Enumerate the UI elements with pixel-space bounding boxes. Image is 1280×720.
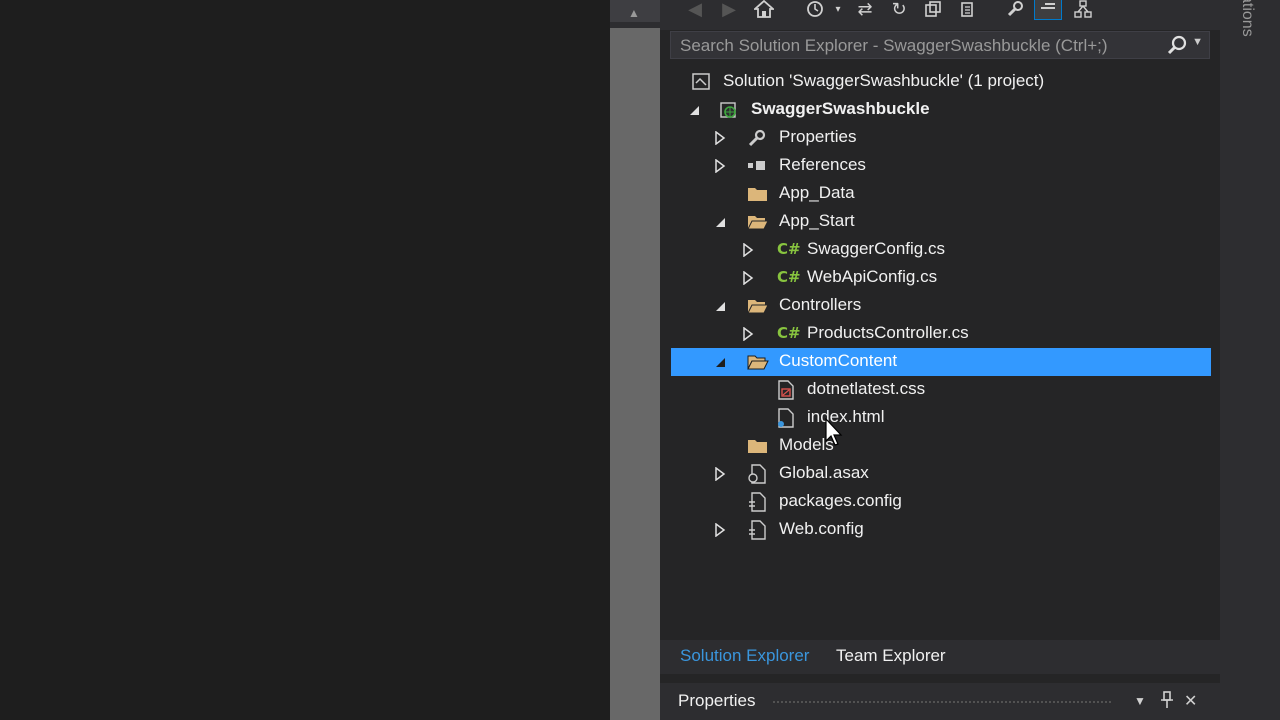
pin-icon[interactable] bbox=[1160, 691, 1174, 714]
search-solution-explorer[interactable]: Search Solution Explorer - SwaggerSwashb… bbox=[670, 31, 1210, 59]
collapsed-arrow-icon[interactable] bbox=[713, 467, 727, 481]
references-icon bbox=[747, 156, 767, 176]
close-icon[interactable]: ✕ bbox=[1184, 691, 1197, 711]
collapsed-arrow-icon[interactable] bbox=[741, 243, 755, 257]
html-file-icon bbox=[777, 408, 797, 428]
collapsed-arrow-icon[interactable] bbox=[713, 523, 727, 537]
editor-vertical-scrollbar[interactable]: ▲ bbox=[610, 0, 660, 720]
tree-item-label: App_Data bbox=[779, 183, 855, 202]
tree-item-css-file[interactable]: dotnetlatest.css bbox=[671, 376, 1211, 404]
class-diagram-icon[interactable] bbox=[1070, 0, 1096, 22]
tree-item-label: Web.config bbox=[779, 519, 864, 538]
search-icon[interactable] bbox=[1167, 35, 1187, 55]
home-icon[interactable] bbox=[751, 0, 777, 22]
properties-panel-header[interactable]: Properties ▼ ✕ bbox=[660, 683, 1220, 720]
collapse-icon[interactable] bbox=[920, 0, 946, 22]
mouse-cursor-icon bbox=[825, 418, 843, 446]
bottom-tab-strip: Solution Explorer Team Explorer bbox=[660, 640, 1220, 674]
wrench-icon bbox=[747, 128, 767, 148]
tree-item-label: Global.asax bbox=[779, 463, 869, 482]
tree-item-controllers[interactable]: Controllers bbox=[671, 292, 1211, 320]
scrollbar-thumb[interactable] bbox=[610, 28, 660, 720]
open-folder-icon bbox=[747, 212, 769, 232]
solution-explorer-window: ◀ ▶ ▾ ⇄ ↻ Search Solution Explorer - Swa… bbox=[660, 0, 1220, 720]
history-dropdown-icon[interactable]: ▾ bbox=[825, 0, 851, 22]
tree-item-label: index.html bbox=[807, 407, 885, 426]
collapsed-arrow-icon[interactable] bbox=[741, 327, 755, 341]
tree-item-index-html[interactable]: index.html bbox=[671, 404, 1211, 432]
tab-team-explorer[interactable]: Team Explorer bbox=[836, 646, 946, 666]
tree-item-label: WebApiConfig.cs bbox=[807, 267, 938, 286]
collapsed-arrow-icon[interactable] bbox=[741, 271, 755, 285]
open-folder-icon bbox=[747, 296, 769, 316]
open-folder-icon bbox=[747, 352, 769, 372]
config-file-icon bbox=[747, 492, 767, 512]
tree-item-web-config[interactable]: Web.config bbox=[671, 516, 1211, 544]
solution-icon bbox=[691, 72, 711, 92]
folder-icon bbox=[747, 184, 767, 204]
tree-item-references[interactable]: References bbox=[671, 152, 1211, 180]
tree-item-app-data[interactable]: App_Data bbox=[671, 180, 1211, 208]
tree-item-webapi-config[interactable]: C# WebApiConfig.cs bbox=[671, 264, 1211, 292]
properties-wrench-icon[interactable] bbox=[1002, 0, 1028, 22]
editor-area bbox=[0, 0, 610, 720]
properties-panel-title: Properties bbox=[678, 691, 756, 710]
tree-item-models[interactable]: Models bbox=[671, 432, 1211, 460]
scroll-up-arrow-icon[interactable]: ▲ bbox=[628, 6, 640, 20]
refresh-icon[interactable]: ↻ bbox=[886, 0, 912, 22]
folder-icon bbox=[747, 436, 767, 456]
right-side-tab-strip: ations bbox=[1220, 0, 1280, 720]
tree-item-app-start[interactable]: App_Start bbox=[671, 208, 1211, 236]
search-options-dropdown-icon[interactable]: ▼ bbox=[1192, 36, 1203, 48]
tree-item-label: Properties bbox=[779, 127, 857, 146]
web-project-icon bbox=[719, 100, 739, 120]
tree-item-label: SwaggerConfig.cs bbox=[807, 239, 945, 258]
tree-item-global-asax[interactable]: Global.asax bbox=[671, 460, 1211, 488]
tree-item-label: dotnetlatest.css bbox=[807, 379, 926, 398]
tree-item-label: Solution 'SwaggerSwashbuckle' (1 project… bbox=[723, 71, 1045, 90]
tree-item-custom-content[interactable]: CustomContent bbox=[671, 348, 1211, 376]
tree-item-products-controller[interactable]: C# ProductsController.cs bbox=[671, 320, 1211, 348]
side-tab[interactable]: ations bbox=[1238, 0, 1256, 37]
csharp-file-icon: C# bbox=[777, 268, 801, 286]
tab-solution-explorer[interactable]: Solution Explorer bbox=[680, 646, 809, 666]
back-icon[interactable]: ◀ bbox=[682, 0, 708, 22]
expanded-arrow-icon[interactable] bbox=[713, 299, 727, 313]
expanded-arrow-icon[interactable] bbox=[713, 355, 727, 369]
expanded-arrow-icon[interactable] bbox=[687, 103, 701, 117]
solution-tree: Solution 'SwaggerSwashbuckle' (1 project… bbox=[671, 68, 1211, 638]
tree-item-solution[interactable]: Solution 'SwaggerSwashbuckle' (1 project… bbox=[671, 68, 1211, 96]
css-file-icon bbox=[777, 380, 797, 400]
tree-item-swagger-config[interactable]: C# SwaggerConfig.cs bbox=[671, 236, 1211, 264]
global-asax-icon bbox=[747, 464, 767, 484]
tree-item-label: References bbox=[779, 155, 866, 174]
csharp-file-icon: C# bbox=[777, 324, 801, 342]
collapsed-arrow-icon[interactable] bbox=[713, 159, 727, 173]
tree-item-properties[interactable]: Properties bbox=[671, 124, 1211, 152]
tree-item-label: CustomContent bbox=[779, 351, 898, 370]
tree-item-project[interactable]: SwaggerSwashbuckle bbox=[671, 96, 1211, 124]
preview-icon[interactable] bbox=[1034, 0, 1062, 20]
forward-icon[interactable]: ▶ bbox=[716, 0, 742, 22]
config-file-icon bbox=[747, 520, 767, 540]
tree-item-packages-config[interactable]: packages.config bbox=[671, 488, 1211, 516]
drag-grip[interactable] bbox=[772, 700, 1112, 704]
csharp-file-icon: C# bbox=[777, 240, 801, 258]
expanded-arrow-icon[interactable] bbox=[713, 215, 727, 229]
solution-explorer-toolbar: ◀ ▶ ▾ ⇄ ↻ bbox=[660, 0, 1220, 30]
window-position-dropdown-icon[interactable]: ▼ bbox=[1134, 694, 1146, 708]
collapsed-arrow-icon[interactable] bbox=[713, 131, 727, 145]
sync-icon[interactable]: ⇄ bbox=[852, 0, 878, 22]
copy-icon[interactable] bbox=[955, 0, 981, 22]
tree-item-label: SwaggerSwashbuckle bbox=[751, 99, 930, 118]
tree-item-label: App_Start bbox=[779, 211, 855, 230]
tree-item-label: packages.config bbox=[779, 491, 902, 510]
tree-item-label: Controllers bbox=[779, 295, 862, 314]
tree-item-label: ProductsController.cs bbox=[807, 323, 969, 342]
search-input[interactable]: Search Solution Explorer - SwaggerSwashb… bbox=[680, 36, 1108, 56]
